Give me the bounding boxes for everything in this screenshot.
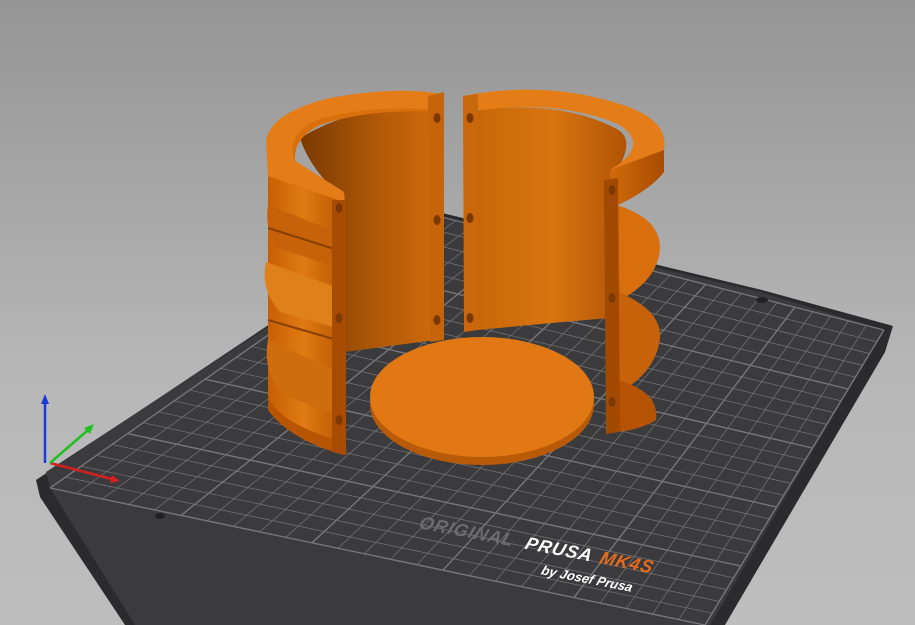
- z-axis-arrowhead: [41, 394, 49, 404]
- right-inner-wall: [478, 107, 627, 330]
- right-cut-face: [463, 94, 478, 332]
- 3d-viewport[interactable]: ORIGINAL PRUSA MK4S by Josef Prusa: [0, 0, 915, 625]
- disc-top: [370, 337, 594, 457]
- bed-pin: [155, 513, 165, 519]
- bed-pin: [756, 297, 768, 303]
- disc-lid[interactable]: [370, 337, 594, 465]
